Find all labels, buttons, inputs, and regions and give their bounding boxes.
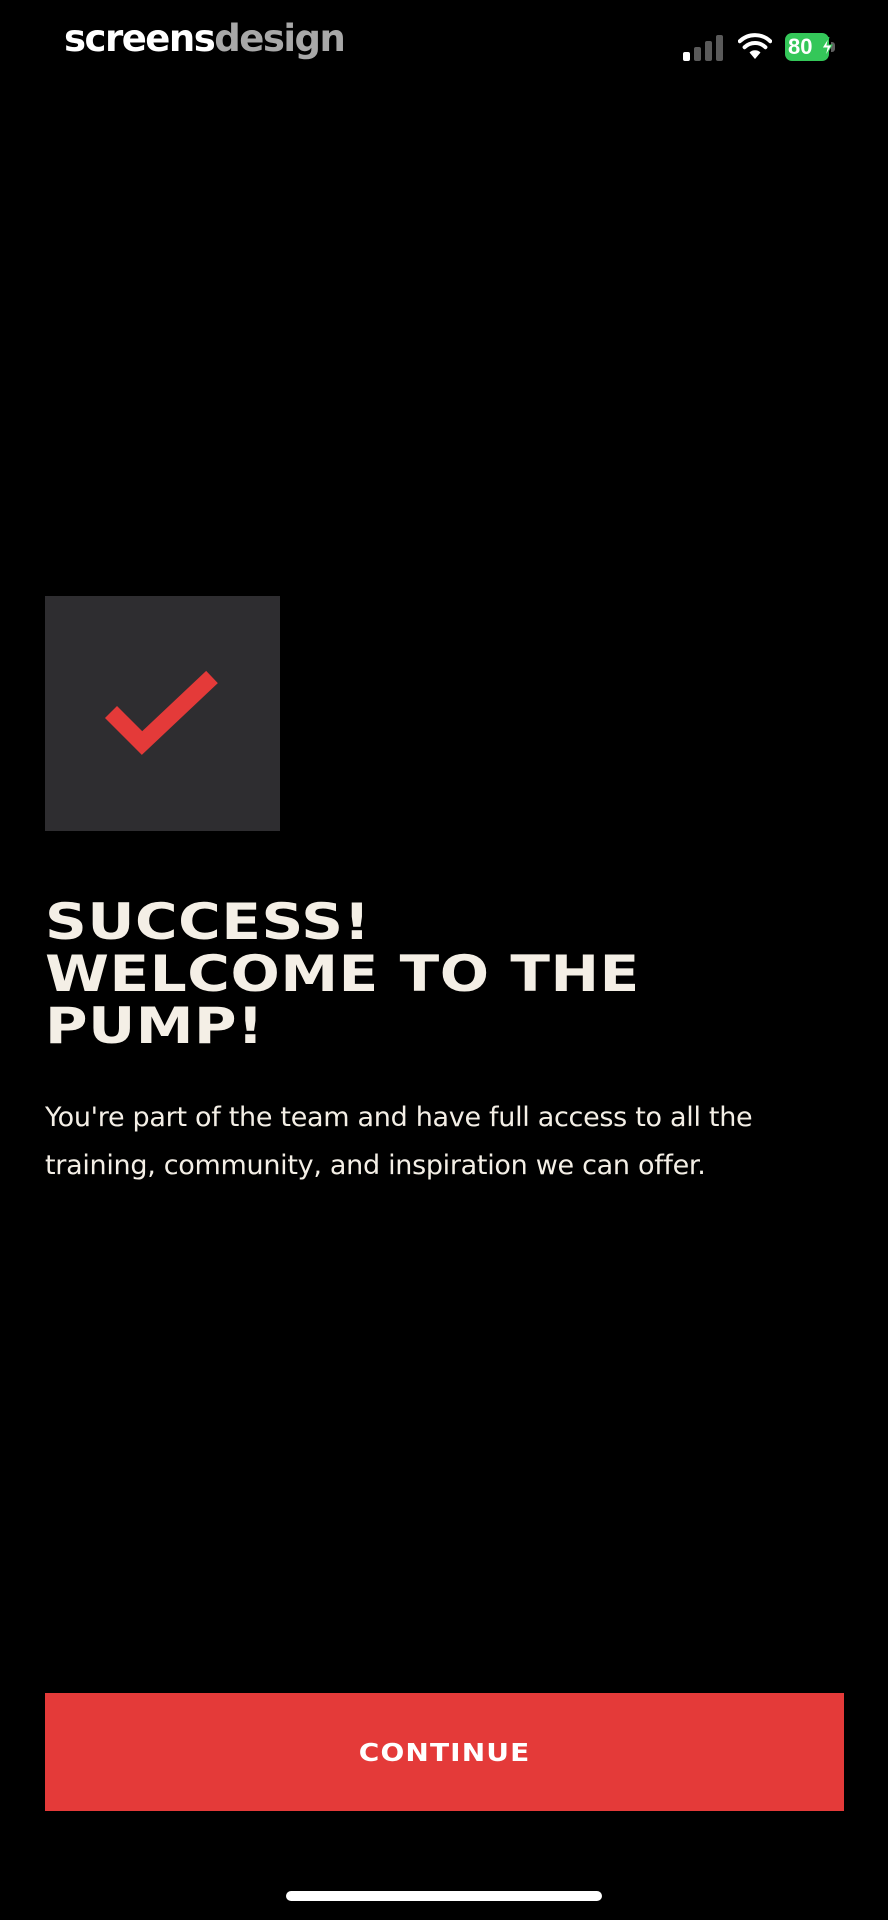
title-line-3: PUMP! xyxy=(45,997,265,1055)
battery-icon: 80 xyxy=(785,33,835,61)
title-line-1: SUCCESS! xyxy=(45,893,371,951)
title-line-2: WELCOME TO THE xyxy=(45,945,640,1003)
continue-button[interactable]: CONTINUE xyxy=(45,1693,844,1811)
brand-secondary: design xyxy=(214,17,346,60)
brand-watermark: screensdesign xyxy=(64,14,346,64)
checkmark-icon xyxy=(104,670,218,755)
home-indicator[interactable] xyxy=(286,1891,602,1901)
success-badge xyxy=(45,596,280,831)
status-bar: screensdesign 80 xyxy=(0,0,888,90)
cellular-signal-icon xyxy=(683,35,725,61)
page-title: SUCCESS! WELCOME TO THE PUMP! xyxy=(45,896,888,1052)
continue-button-label: CONTINUE xyxy=(358,1737,531,1767)
welcome-description: You're part of the team and have full ac… xyxy=(45,1102,753,1181)
brand-primary: screens xyxy=(64,17,216,60)
charging-bolt-icon xyxy=(821,37,833,57)
wifi-icon xyxy=(738,33,772,59)
